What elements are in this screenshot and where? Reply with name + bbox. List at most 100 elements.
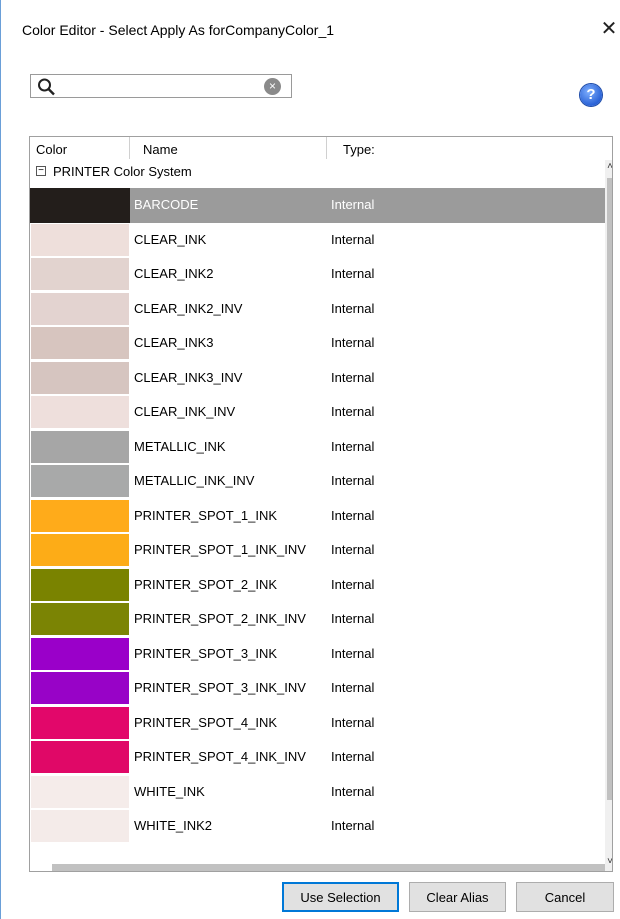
table-row[interactable]: CLEAR_INK2 Internal bbox=[30, 257, 605, 292]
color-type: Internal bbox=[331, 818, 375, 833]
color-type: Internal bbox=[331, 507, 375, 523]
table-row[interactable]: CLEAR_INK2_INV Internal bbox=[30, 292, 605, 327]
color-swatch bbox=[31, 810, 129, 842]
column-header-name[interactable]: Name bbox=[130, 137, 327, 159]
table-row[interactable]: PRINTER_SPOT_2_INK Internal bbox=[30, 568, 605, 603]
color-name: PRINTER_SPOT_4_INK_INV bbox=[134, 749, 306, 764]
color-type: Internal bbox=[331, 611, 375, 626]
table-row[interactable]: PRINTER_SPOT_4_INK Internal bbox=[30, 706, 605, 741]
color-swatch bbox=[31, 499, 129, 532]
color-swatch bbox=[31, 706, 129, 739]
color-type: Internal bbox=[331, 473, 375, 488]
color-name: PRINTER_SPOT_4_INK bbox=[134, 714, 278, 730]
color-name: CLEAR_INK2_INV bbox=[134, 300, 243, 316]
table-header: Color Name Type: bbox=[30, 137, 612, 159]
color-swatch bbox=[31, 534, 129, 566]
color-swatch bbox=[31, 430, 129, 463]
column-header-type[interactable]: Type: bbox=[327, 137, 605, 159]
color-name: CLEAR_INK_INV bbox=[134, 404, 236, 419]
color-type: Internal bbox=[331, 266, 375, 281]
group-row: − PRINTER Color System bbox=[30, 160, 605, 183]
close-icon[interactable]: ✕ bbox=[597, 14, 620, 44]
color-name: METALLIC_INK bbox=[134, 438, 226, 454]
color-type: Internal bbox=[331, 783, 375, 799]
collapse-icon[interactable]: − bbox=[36, 166, 46, 176]
table-row[interactable]: CLEAR_INK_INV Internal bbox=[30, 395, 605, 430]
color-swatch bbox=[31, 327, 129, 359]
color-type: Internal bbox=[331, 404, 375, 419]
color-type: Internal bbox=[331, 300, 375, 316]
color-type: Internal bbox=[331, 542, 375, 557]
table-row[interactable]: WHITE_INK Internal bbox=[30, 775, 605, 810]
color-swatch bbox=[30, 188, 130, 223]
title-bar: Color Editor - Select Apply As forCompan… bbox=[1, 0, 620, 56]
color-name: METALLIC_INK_INV bbox=[134, 473, 255, 488]
color-swatch bbox=[31, 465, 129, 497]
clear-alias-button[interactable]: Clear Alias bbox=[409, 882, 506, 912]
color-swatch bbox=[31, 603, 129, 635]
table-row[interactable]: PRINTER_SPOT_3_INK Internal bbox=[30, 637, 605, 672]
color-swatch bbox=[31, 223, 129, 256]
color-swatch bbox=[31, 568, 129, 601]
dialog-title: Color Editor - Select Apply As forCompan… bbox=[22, 22, 335, 38]
color-name: WHITE_INK2 bbox=[134, 818, 213, 833]
color-name: PRINTER_SPOT_1_INK_INV bbox=[134, 542, 306, 557]
color-editor-dialog: Color Editor - Select Apply As forCompan… bbox=[0, 0, 620, 919]
table-row[interactable]: PRINTER_SPOT_1_INK Internal bbox=[30, 499, 605, 534]
vertical-scrollbar[interactable]: ˄ ˅ bbox=[605, 160, 612, 871]
color-swatch bbox=[31, 258, 129, 290]
search-box: × bbox=[30, 74, 292, 98]
scrollbar-thumb[interactable] bbox=[607, 178, 612, 800]
table-row[interactable]: METALLIC_INK Internal bbox=[30, 430, 605, 465]
color-name: CLEAR_INK3 bbox=[134, 335, 214, 350]
color-type: Internal bbox=[331, 645, 375, 661]
horizontal-scrollbar[interactable] bbox=[52, 864, 605, 871]
table-row[interactable]: WHITE_INK2 Internal bbox=[30, 809, 605, 844]
search-input[interactable] bbox=[61, 77, 265, 97]
color-name: PRINTER_SPOT_3_INK bbox=[134, 645, 278, 661]
column-header-color[interactable]: Color bbox=[30, 137, 130, 159]
color-type: Internal bbox=[331, 438, 375, 454]
cancel-button[interactable]: Cancel bbox=[516, 882, 614, 912]
color-table: Color Name Type: − PRINTER Color System … bbox=[29, 136, 613, 872]
table-row[interactable]: CLEAR_INK3_INV Internal bbox=[30, 361, 605, 396]
color-name: PRINTER_SPOT_2_INK_INV bbox=[134, 611, 306, 626]
scroll-down-icon[interactable]: ˅ bbox=[605, 855, 612, 869]
search-icon[interactable] bbox=[37, 78, 57, 96]
color-type: Internal bbox=[331, 369, 375, 385]
color-type: Internal bbox=[331, 197, 375, 212]
color-swatch bbox=[31, 637, 129, 670]
table-row[interactable]: PRINTER_SPOT_2_INK_INV Internal bbox=[30, 602, 605, 637]
table-row[interactable]: PRINTER_SPOT_1_INK_INV Internal bbox=[30, 533, 605, 568]
color-type: Internal bbox=[331, 749, 375, 764]
help-icon[interactable]: ? bbox=[580, 84, 602, 106]
color-swatch bbox=[31, 775, 129, 808]
table-row[interactable]: BARCODE Internal bbox=[30, 188, 605, 223]
table-row[interactable]: PRINTER_SPOT_4_INK_INV Internal bbox=[30, 740, 605, 775]
use-selection-button[interactable]: Use Selection bbox=[282, 882, 399, 912]
color-swatch bbox=[31, 396, 129, 428]
color-name: CLEAR_INK bbox=[134, 231, 207, 247]
table-row[interactable]: CLEAR_INK Internal bbox=[30, 223, 605, 258]
table-row[interactable]: CLEAR_INK3 Internal bbox=[30, 326, 605, 361]
color-name: WHITE_INK bbox=[134, 783, 205, 799]
color-name: CLEAR_INK2 bbox=[134, 266, 214, 281]
color-name: BARCODE bbox=[134, 197, 199, 212]
color-name: CLEAR_INK3_INV bbox=[134, 369, 243, 385]
color-type: Internal bbox=[331, 576, 375, 592]
table-row[interactable]: METALLIC_INK_INV Internal bbox=[30, 464, 605, 499]
color-swatch bbox=[31, 361, 129, 394]
color-name: PRINTER_SPOT_3_INK_INV bbox=[134, 680, 306, 695]
color-name: PRINTER_SPOT_1_INK bbox=[134, 507, 278, 523]
color-rows: BARCODE Internal CLEAR_INK Internal CLEAR_IN… bbox=[30, 188, 605, 844]
color-swatch bbox=[31, 741, 129, 773]
color-type: Internal bbox=[331, 714, 375, 730]
group-label: PRINTER Color System bbox=[53, 164, 192, 179]
color-type: Internal bbox=[331, 335, 375, 350]
table-row[interactable]: PRINTER_SPOT_3_INK_INV Internal bbox=[30, 671, 605, 706]
color-type: Internal bbox=[331, 680, 375, 695]
color-name: PRINTER_SPOT_2_INK bbox=[134, 576, 278, 592]
color-swatch bbox=[31, 292, 129, 325]
scroll-up-icon[interactable]: ˄ bbox=[605, 160, 612, 174]
clear-search-icon[interactable]: × bbox=[264, 78, 281, 95]
